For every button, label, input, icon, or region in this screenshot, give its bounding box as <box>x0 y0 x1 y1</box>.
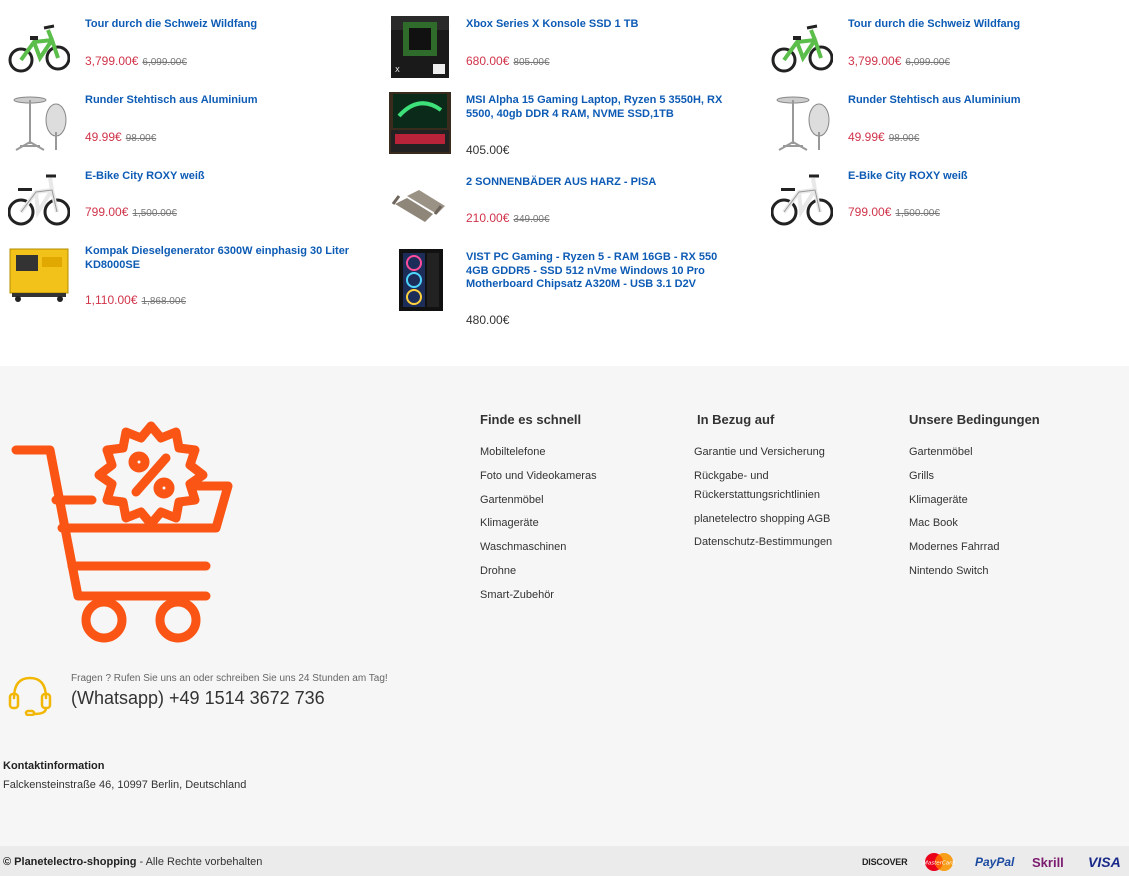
product-image-yellow-generator[interactable] <box>8 243 70 305</box>
product-price: 3,799.00€ 6,099.00€ <box>85 54 187 68</box>
product-image-gaming-pc[interactable] <box>389 249 451 311</box>
current-price: 3,799.00€ <box>85 54 139 68</box>
product-title-link[interactable]: 2 SONNENBÄDER AUS HARZ - PISA <box>466 176 738 190</box>
product-image-xbox-box[interactable]: X <box>389 16 451 78</box>
product-title-link[interactable]: Kompak Dieselgenerator 6300W einphasig 3… <box>85 245 357 272</box>
product-price: 480.00€ <box>466 313 509 327</box>
product-list-section: Tour durch die Schweiz Wildfang 3,799.00… <box>0 0 1129 366</box>
current-price: 480.00€ <box>466 313 510 327</box>
visa-icon: VISA <box>1088 854 1121 870</box>
footer-link[interactable]: Smart-Zubehör <box>480 589 597 602</box>
old-price: 98.00€ <box>125 133 157 144</box>
product-title-link[interactable]: Xbox Series X Konsole SSD 1 TB <box>466 18 738 32</box>
product-image-bistro-table[interactable] <box>8 92 70 154</box>
current-price: 680.00€ <box>466 54 510 68</box>
product-title-link[interactable]: E-Bike City ROXY weiß <box>85 170 357 184</box>
product-title-link[interactable]: E-Bike City ROXY weiß <box>848 170 1120 184</box>
footer-link[interactable]: Mac Book <box>909 517 1040 530</box>
support-phone-number[interactable]: (Whatsapp) +49 1514 3672 736 <box>71 688 325 709</box>
product-title-link[interactable]: Tour durch die Schweiz Wildfang <box>848 18 1120 32</box>
copyright-rest: - Alle Rechte vorbehalten <box>139 856 263 868</box>
footer-link[interactable]: Klimageräte <box>909 494 1040 507</box>
footer-link[interactable]: Datenschutz-Bestimmungen <box>694 536 832 549</box>
footer-column-heading: In Bezug auf <box>697 412 775 427</box>
footer-link[interactable]: Drohne <box>480 565 597 578</box>
skrill-icon: Skrill <box>1032 854 1064 870</box>
old-price: 6,099.00€ <box>905 57 950 68</box>
product-price: 405.00€ <box>466 143 509 157</box>
footer-link[interactable]: Mobiltelefone <box>480 446 597 459</box>
product-price: 680.00€ 805.00€ <box>466 54 550 68</box>
mastercard-label: MasterCard <box>923 861 955 867</box>
product-price: 3,799.00€ 6,099.00€ <box>848 54 950 68</box>
old-price: 1,500.00€ <box>895 208 940 219</box>
footer-link[interactable]: Foto und Videokameras <box>480 470 597 483</box>
current-price: 799.00€ <box>848 205 892 219</box>
old-price: 805.00€ <box>513 57 550 68</box>
product-image-green-ebike[interactable] <box>771 12 833 74</box>
old-price: 349.00€ <box>513 214 550 225</box>
footer-link-part-1[interactable]: Rückgabe- und <box>694 470 832 483</box>
current-price: 210.00€ <box>466 211 510 225</box>
footer-column-in-bezug-auf: In Bezug auf Garantie und Versicherung R… <box>694 412 832 560</box>
support-hint-text: Fragen ? Rufen Sie uns an oder schreiben… <box>71 673 388 684</box>
current-price: 49.99€ <box>848 130 885 144</box>
product-title-link[interactable]: Tour durch die Schweiz Wildfang <box>85 18 357 32</box>
product-price: 799.00€ 1,500.00€ <box>85 205 177 219</box>
product-image-bistro-table[interactable] <box>771 92 833 154</box>
mastercard-icon: MasterCard <box>922 852 956 872</box>
site-footer: Finde es schnell Mobiltelefone Foto und … <box>0 366 1129 846</box>
product-price: 49.99€ 98.00€ <box>85 130 156 144</box>
copyright-brand[interactable]: Planetelectro-shopping <box>14 856 136 868</box>
product-title-link[interactable]: Runder Stehtisch aus Aluminium <box>848 94 1120 108</box>
product-image-white-ebike[interactable] <box>771 168 833 230</box>
footer-link-part-2[interactable]: Rückerstattungsrichtlinien <box>694 489 832 502</box>
footer-link[interactable]: Klimageräte <box>480 517 597 530</box>
product-title-link[interactable]: MSI Alpha 15 Gaming Laptop, Ryzen 5 3550… <box>466 94 738 121</box>
product-title-link[interactable]: Runder Stehtisch aus Aluminium <box>85 94 357 108</box>
svg-text:X: X <box>395 66 400 74</box>
current-price: 49.99€ <box>85 130 122 144</box>
footer-column-unsere-bedingungen: Unsere Bedingungen Gartenmöbel Grills Kl… <box>909 412 1040 589</box>
copyright-text: © Planetelectro-shopping - Alle Rechte v… <box>3 856 262 868</box>
paypal-icon: PayPal <box>975 855 1015 869</box>
product-price: 210.00€ 349.00€ <box>466 211 550 225</box>
old-price: 1,868.00€ <box>141 296 187 307</box>
footer-link[interactable]: planetelectro shopping AGB <box>694 513 832 526</box>
current-price: 3,799.00€ <box>848 54 902 68</box>
footer-column-heading: Unsere Bedingungen <box>909 412 1040 427</box>
footer-link[interactable]: Modernes Fahrrad <box>909 541 1040 554</box>
old-price: 6,099.00€ <box>142 57 187 68</box>
footer-link[interactable]: Gartenmöbel <box>480 494 597 507</box>
footer-column-heading: Finde es schnell <box>480 412 582 427</box>
product-image-green-ebike[interactable] <box>8 12 70 74</box>
footer-link[interactable]: Waschmaschinen <box>480 541 597 554</box>
contact-heading: Kontaktinformation <box>3 760 105 772</box>
product-image-gaming-laptop[interactable] <box>389 92 451 154</box>
footer-column-finde-es-schnell: Finde es schnell Mobiltelefone Foto und … <box>480 412 597 613</box>
copyright-symbol: © <box>3 856 12 868</box>
product-price: 49.99€ 98.00€ <box>848 130 919 144</box>
footer-link[interactable]: Gartenmöbel <box>909 446 1040 459</box>
shopping-cart-percent-icon <box>6 420 238 646</box>
headset-icon <box>8 674 52 717</box>
current-price: 405.00€ <box>466 143 510 157</box>
current-price: 1,110.00€ <box>85 293 138 307</box>
contact-address: Falckensteinstraße 46, 10997 Berlin, Deu… <box>3 779 247 791</box>
old-price: 98.00€ <box>888 133 920 144</box>
product-image-white-ebike[interactable] <box>8 168 70 230</box>
discover-icon: DISCOVER <box>862 857 908 867</box>
old-price: 1,500.00€ <box>132 208 177 219</box>
product-price: 1,110.00€ 1,868.00€ <box>85 293 186 307</box>
product-title-link[interactable]: VIST PC Gaming - Ryzen 5 - RAM 16GB - RX… <box>466 251 738 292</box>
product-price: 799.00€ 1,500.00€ <box>848 205 940 219</box>
product-image-sun-loungers[interactable] <box>389 174 451 236</box>
copyright-bar: © Planetelectro-shopping - Alle Rechte v… <box>0 846 1129 876</box>
footer-link[interactable]: Garantie und Versicherung <box>694 446 832 459</box>
footer-link[interactable]: Grills <box>909 470 1040 483</box>
current-price: 799.00€ <box>85 205 129 219</box>
footer-link[interactable]: Nintendo Switch <box>909 565 1040 578</box>
